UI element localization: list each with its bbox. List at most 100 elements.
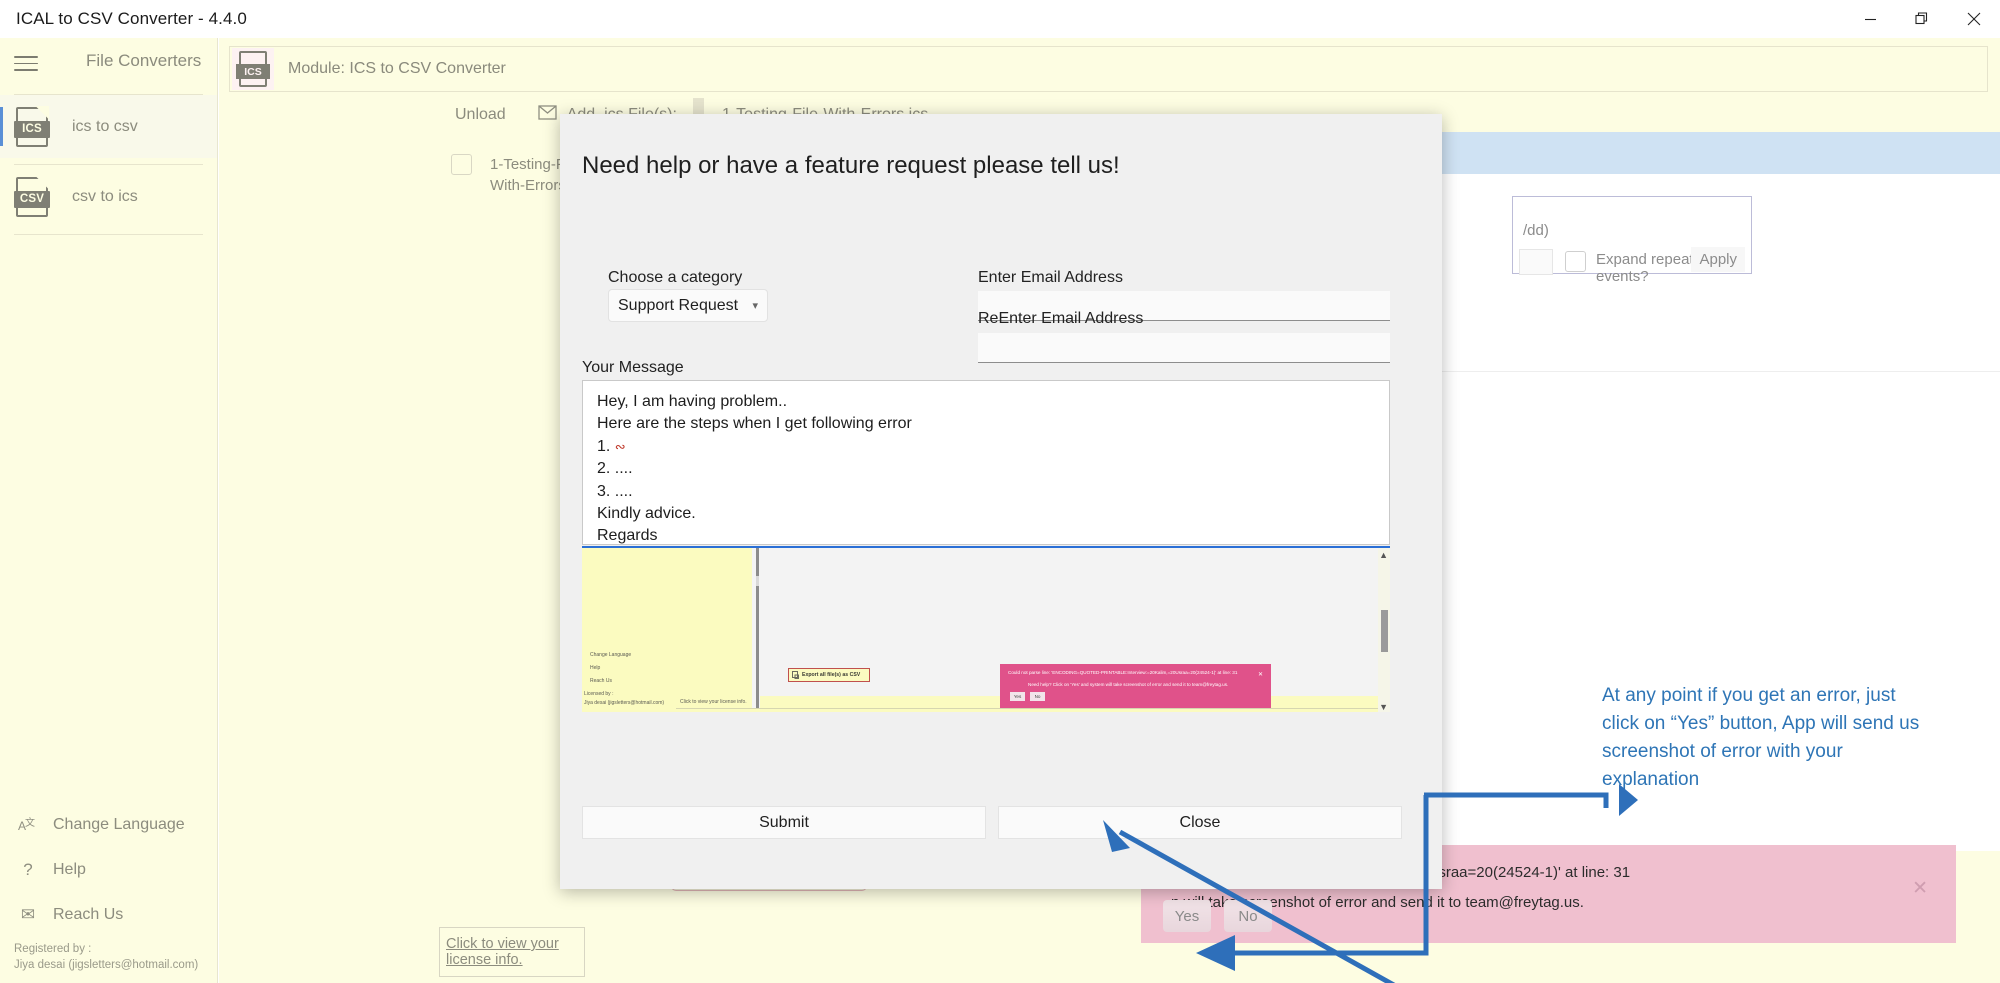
add-file-envelope-icon — [538, 104, 558, 126]
reemail-label: ReEnter Email Address — [978, 310, 1144, 327]
toast-close-icon[interactable]: ✕ — [1912, 877, 1928, 900]
preview-splitter-handle — [756, 576, 759, 586]
sidebar-item-ics-to-csv[interactable]: ICS ics to csv — [0, 95, 217, 158]
message-line: 3. .... — [597, 482, 633, 500]
module-bar: ICS Module: ICS to CSV Converter — [229, 46, 1988, 92]
preview-splitter — [756, 548, 759, 709]
sidebar-footer: A文 Change Language ? Help ✉ Reach Us Reg… — [0, 802, 218, 983]
window-controls — [1844, 0, 2000, 38]
category-select[interactable]: Support Request ▾ — [608, 289, 768, 322]
envelope-icon: ✉ — [20, 904, 36, 924]
close-button[interactable]: Close — [998, 806, 1402, 839]
format-input[interactable] — [1519, 249, 1553, 275]
sidebar-item-csv-to-ics[interactable]: CSV csv to ics — [0, 165, 217, 228]
preview-toast-close-icon: ✕ — [1257, 672, 1263, 678]
ics-file-icon: ICS — [14, 105, 50, 147]
window-title: ICAL to CSV Converter - 4.4.0 — [16, 9, 247, 28]
toast-yes-button[interactable]: Yes — [1163, 900, 1211, 932]
preview-registered-l2: Jiya desai (jigsletters@hotmail.com) — [584, 700, 665, 706]
toast-actions: Yes No — [1163, 900, 1272, 932]
preview-toast-line-2: Need help? Click on 'Yes' and system wil… — [1028, 682, 1229, 687]
scrollbar-thumb[interactable] — [1381, 610, 1388, 652]
feedback-dialog: Need help or have a feature request plea… — [560, 114, 1442, 889]
dialog-title: Need help or have a feature request plea… — [582, 152, 1120, 179]
message-line: Here are the steps when I get following … — [597, 415, 912, 433]
category-value: Support Request — [618, 296, 739, 314]
translate-icon: A文 — [14, 815, 42, 835]
output-options-panel: /dd) Expand repeating events? Apply — [1512, 196, 1752, 285]
preview-sidebar-item: Reach Us — [590, 678, 612, 684]
license-info-box[interactable]: Click to view your license info. — [439, 927, 585, 977]
toast-no-button[interactable]: No — [1224, 900, 1272, 932]
hamburger-menu-icon[interactable] — [14, 51, 38, 73]
apply-button[interactable]: Apply — [1691, 247, 1745, 272]
preview-sidebar — [582, 548, 659, 712]
error-screenshot-preview[interactable]: Change Language Help Reach Us Licensed b… — [582, 546, 1390, 712]
message-line: Kindly advice. — [597, 505, 696, 523]
sidebar-link-label: Help — [53, 860, 86, 878]
message-textarea[interactable]: Hey, I am having problem.. Here are the … — [582, 380, 1390, 545]
sidebar-item-change-language[interactable]: A文 Change Language — [0, 802, 218, 847]
export-csv-icon — [792, 666, 799, 684]
chevron-down-icon: ▾ — [752, 300, 758, 312]
category-label: Choose a category — [608, 269, 743, 286]
preview-toast-actions: Yes No — [1010, 692, 1045, 701]
csv-file-icon: CSV — [14, 175, 50, 217]
svg-text:文: 文 — [25, 816, 35, 829]
file-checkbox[interactable] — [451, 154, 472, 175]
maximize-restore-icon[interactable] — [1896, 0, 1948, 38]
message-line: 2. .... — [597, 460, 633, 478]
sidebar-item-reach-us[interactable]: ✉ Reach Us — [0, 892, 218, 937]
preview-registered-l1: Licensed by : — [584, 691, 614, 697]
module-ics-icon: ICS — [232, 48, 274, 90]
minimize-icon[interactable] — [1844, 0, 1896, 38]
preview-sidebar-secondary — [659, 548, 752, 712]
preview-toast-line-1: Could not parse line: 'ENCODING=QUOTED-P… — [1008, 670, 1238, 675]
question-mark-icon: ? — [23, 859, 33, 879]
spellcheck-marker-icon: ∾ — [614, 438, 626, 454]
registration-info: Registered by : Jiya desai (jigsletters@… — [0, 937, 218, 983]
unload-button[interactable]: Unload — [439, 106, 522, 124]
registered-label: Registered by : — [14, 943, 92, 955]
title-bar: ICAL to CSV Converter - 4.4.0 — [0, 0, 2000, 38]
divider — [14, 234, 203, 235]
preview-sidebar-item: Change Language — [590, 652, 632, 658]
date-format-hint: /dd) — [1523, 222, 1549, 239]
preview-no-button: No — [1030, 692, 1045, 701]
preview-yes-button: Yes — [1010, 692, 1025, 701]
sidebar: File Converters ICS ics to csv CSV csv t… — [0, 38, 218, 983]
preview-sidebar-item: Help — [590, 665, 601, 671]
message-line: Regards — [597, 527, 658, 545]
sidebar-title: File Converters — [86, 51, 202, 70]
reemail-field[interactable] — [978, 333, 1390, 363]
submit-button[interactable]: Submit — [582, 806, 986, 839]
module-icon-label: ICS — [236, 64, 270, 79]
sidebar-item-help[interactable]: ? Help — [0, 847, 218, 892]
app-window: ICAL to CSV Converter - 4.4.0 File Conve… — [0, 0, 2000, 983]
expand-repeating-checkbox[interactable] — [1565, 251, 1586, 272]
sidebar-item-label: ics to csv — [72, 117, 138, 135]
sidebar-link-label: Reach Us — [53, 905, 124, 923]
sidebar-link-label: Change Language — [53, 815, 185, 833]
module-label: Module: ICS to CSV Converter — [288, 60, 506, 77]
close-icon[interactable] — [1948, 0, 2000, 38]
scroll-down-icon[interactable]: ▼ — [1379, 702, 1388, 712]
preview-error-toast: Could not parse line: 'ENCODING=QUOTED-P… — [1000, 664, 1271, 708]
license-link[interactable]: Click to view your license info. — [446, 936, 584, 968]
annotation-text: At any point if you get an error, just c… — [1602, 685, 1920, 790]
email-label: Enter Email Address — [978, 269, 1123, 286]
sidebar-header: File Converters — [0, 38, 217, 88]
preview-scrollbar[interactable]: ▲ ▼ — [1378, 548, 1390, 712]
preview-bottom-bar — [676, 708, 1378, 712]
preview-export-button: Export all file(s) as CSV — [788, 668, 870, 682]
dialog-footer: Submit Close — [560, 793, 1442, 889]
registered-value: Jiya desai (jigsletters@hotmail.com) — [14, 959, 199, 971]
message-line: Hey, I am having problem.. — [597, 393, 788, 410]
scroll-up-icon[interactable]: ▲ — [1379, 550, 1388, 560]
ics-icon-label: ICS — [14, 120, 50, 138]
preview-export-label: Export all file(s) as CSV — [802, 672, 861, 678]
sidebar-item-label: csv to ics — [72, 187, 138, 205]
preview-license-text: Click to view your license info. — [680, 699, 747, 705]
message-label: Your Message — [582, 359, 684, 376]
message-line: 1. ∾ — [597, 437, 626, 455]
